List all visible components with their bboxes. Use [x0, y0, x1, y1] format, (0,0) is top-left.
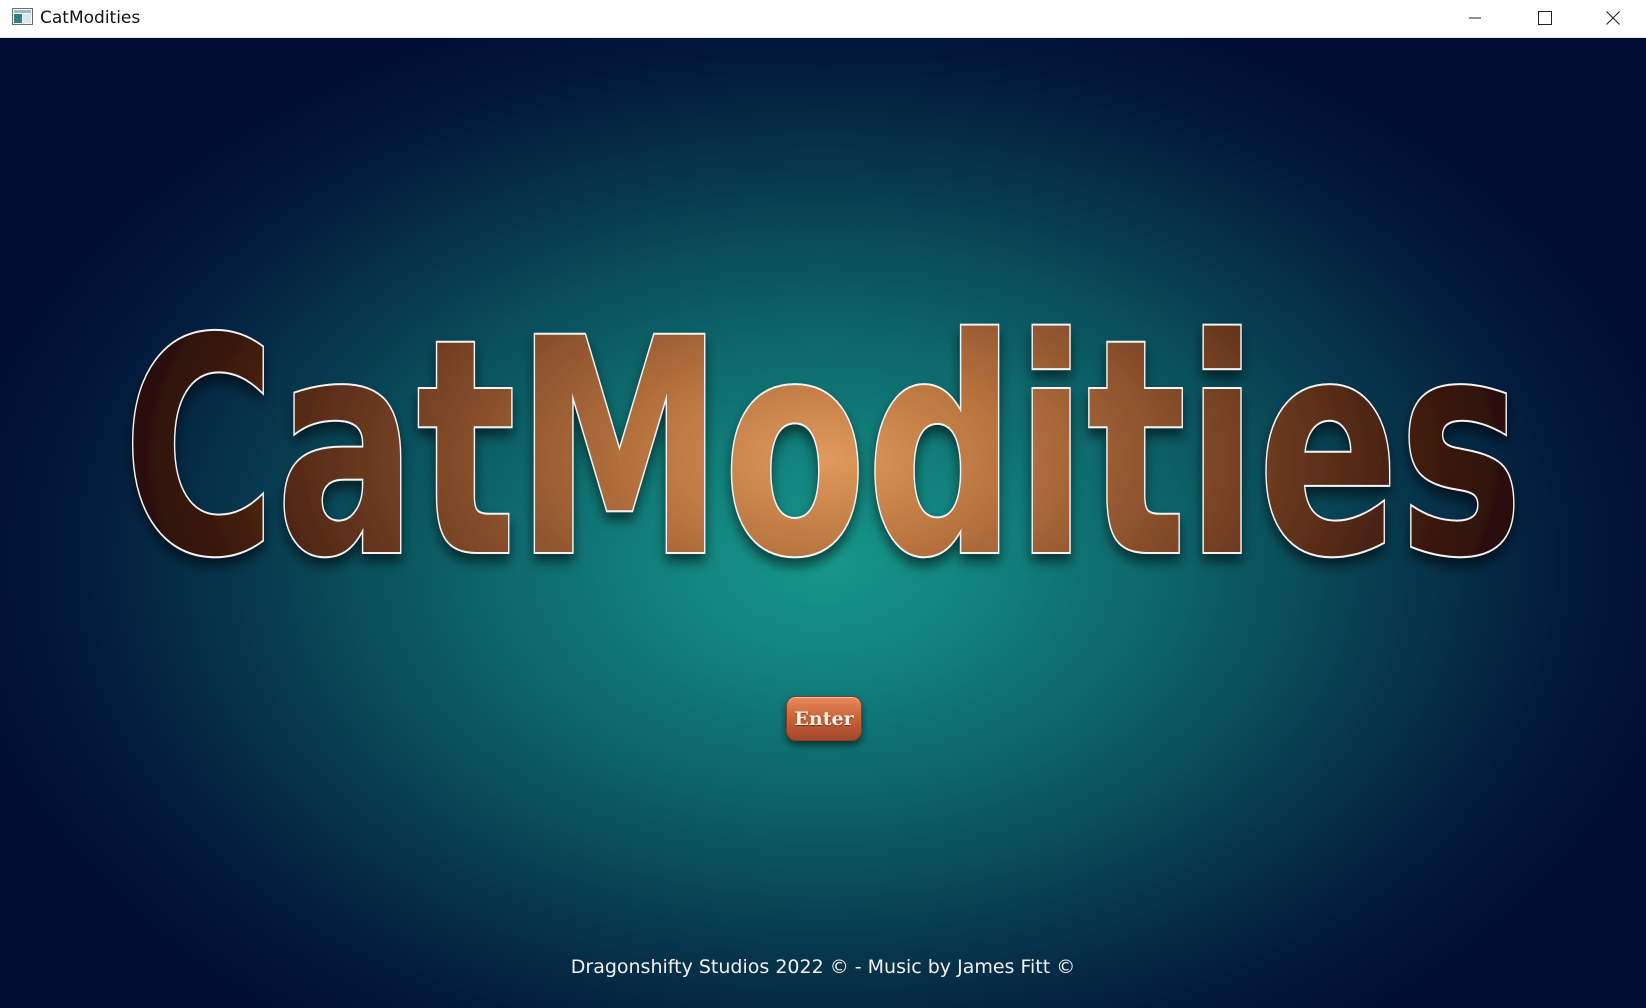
game-screen: CatModities Enter Dragonshifty Studios 2…: [0, 38, 1646, 1008]
maximize-icon: [1538, 11, 1552, 25]
close-button[interactable]: [1580, 0, 1646, 36]
logo-title: CatModities: [123, 276, 1523, 618]
maximize-button[interactable]: [1510, 0, 1580, 36]
minimize-button[interactable]: [1440, 0, 1510, 36]
minimize-icon: [1469, 17, 1481, 19]
app-window-icon: [12, 8, 33, 25]
window-title: CatModities: [40, 8, 141, 28]
game-logo: CatModities: [0, 238, 1646, 618]
credits-text: Dragonshifty Studios 2022 © - Music by J…: [570, 956, 1076, 978]
title-bar[interactable]: CatModities: [0, 0, 1646, 38]
logo-graphic: CatModities: [121, 274, 1525, 618]
enter-button[interactable]: Enter: [786, 696, 862, 741]
app-window: CatModities CatModities Enter Dragonshif…: [0, 0, 1646, 1008]
close-icon: [1606, 11, 1620, 25]
